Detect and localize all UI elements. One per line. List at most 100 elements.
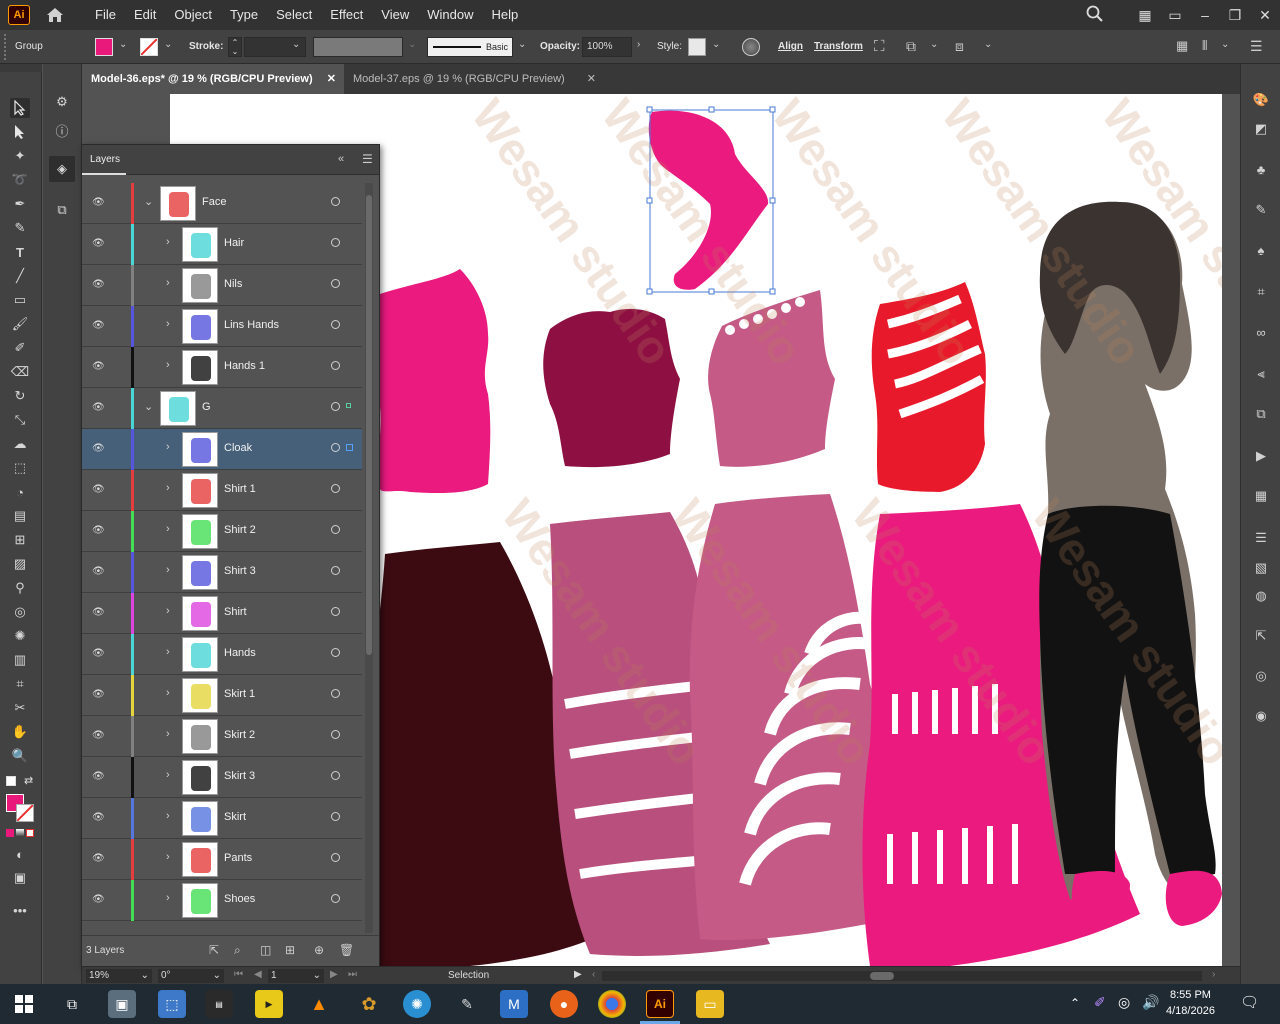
volume-icon[interactable]: 🔊	[1142, 994, 1159, 1011]
task-view-icon[interactable]: ⧉	[58, 990, 86, 1018]
pathfinder-icon[interactable]: ⧉	[1251, 404, 1271, 424]
eyedropper-tool-icon[interactable]: ⚲	[10, 578, 30, 598]
video-studio-icon[interactable]: ▤	[205, 990, 233, 1018]
bounding-box-icon[interactable]: ⛶	[874, 38, 885, 55]
perspective-grid-tool-icon[interactable]: ▤	[10, 506, 30, 526]
target-circle-icon[interactable]	[331, 361, 340, 370]
pen-icon[interactable]: ✐	[1094, 994, 1106, 1011]
chevron-right-icon[interactable]: ›	[166, 359, 170, 371]
swap-colors-icon[interactable]: ⇄	[24, 774, 33, 787]
layers-panel-icon[interactable]: ◈	[49, 156, 75, 182]
close-icon[interactable]: ✕	[587, 64, 596, 94]
zoom-field[interactable]: 19% ⌄	[86, 969, 152, 983]
layer-name[interactable]: Cloak	[224, 442, 252, 454]
chevron-right-icon[interactable]: ›	[166, 810, 170, 822]
gradient-mode-icon[interactable]	[16, 829, 24, 837]
layer-name[interactable]: Lins Hands	[224, 319, 279, 331]
m-app-icon[interactable]: M	[500, 990, 528, 1018]
swatches-icon[interactable]: ♣	[1251, 159, 1271, 179]
layer-name[interactable]: Nils	[224, 278, 242, 290]
menu-view[interactable]: View	[372, 0, 418, 30]
color-mode-icon[interactable]	[6, 829, 14, 837]
arrange-documents-icon[interactable]: ▦	[1130, 7, 1160, 24]
layer-name[interactable]: Hands 1	[224, 360, 265, 372]
layers-scrollbar-thumb[interactable]	[366, 195, 372, 655]
target-circle-icon[interactable]	[331, 443, 340, 452]
layer-row[interactable]: 👁 › Skirt 2	[82, 716, 362, 757]
visibility-eye-icon[interactable]: 👁	[92, 525, 105, 537]
layer-name[interactable]: Skirt 2	[224, 729, 255, 741]
visibility-eye-icon[interactable]: 👁	[92, 771, 105, 783]
chevron-right-icon[interactable]: ›	[166, 564, 170, 576]
last-artboard-icon[interactable]: ⏭	[348, 969, 357, 980]
panel-menu-icon[interactable]: ☰	[362, 152, 373, 166]
zoom-tool-icon[interactable]: 🔍	[10, 746, 30, 766]
symbol-sprayer-tool-icon[interactable]: ✺	[10, 626, 30, 646]
artboard-tool-icon[interactable]: ⌗	[10, 674, 30, 694]
info-panel-icon[interactable]: ⓘ	[52, 120, 72, 140]
symbols-icon[interactable]: ♠	[1251, 240, 1271, 260]
shaper-tool-icon[interactable]: ✐	[10, 338, 30, 358]
chevron-right-icon[interactable]: ›	[166, 646, 170, 658]
curvature-tool-icon[interactable]: ✎	[10, 218, 30, 238]
layer-name[interactable]: Face	[202, 196, 226, 208]
menu-edit[interactable]: Edit	[125, 0, 165, 30]
target-circle-icon[interactable]	[331, 730, 340, 739]
mesh-tool-icon[interactable]: ⊞	[10, 530, 30, 550]
target-circle-icon[interactable]	[331, 771, 340, 780]
target-circle-icon[interactable]	[331, 853, 340, 862]
layer-row[interactable]: 👁 › Hands 1	[82, 347, 362, 388]
menu-object[interactable]: Object	[165, 0, 221, 30]
next-artboard-icon[interactable]: ▶	[330, 969, 338, 980]
chevron-right-icon[interactable]: ›	[166, 687, 170, 699]
screen-tool-icon[interactable]: ⬚	[158, 990, 186, 1018]
links-icon[interactable]: ∞	[1251, 322, 1271, 342]
sketch-app-icon[interactable]: ✿	[355, 990, 383, 1018]
visibility-eye-icon[interactable]: 👁	[92, 607, 105, 619]
clock-time[interactable]: 8:55 PM	[1170, 989, 1211, 1001]
brushes-icon[interactable]: ✎	[1251, 200, 1271, 220]
pen-tool-icon[interactable]: ✒	[10, 194, 30, 214]
paintbrush-tool-icon[interactable]: 🖌	[10, 314, 30, 334]
warp-tool-icon[interactable]: ☁	[10, 434, 30, 454]
target-circle-icon[interactable]	[331, 812, 340, 821]
windows-start-icon[interactable]	[10, 990, 38, 1018]
chevron-down-icon[interactable]: ⌄	[144, 400, 153, 413]
layer-name[interactable]: G	[202, 401, 211, 413]
free-transform-tool-icon[interactable]: ⬚	[10, 458, 30, 478]
first-artboard-icon[interactable]: ⏮	[234, 969, 243, 980]
layer-row[interactable]: 👁 › Hands	[82, 634, 362, 675]
locate-object-icon[interactable]: ⌕	[234, 943, 241, 958]
export-icon[interactable]: ⇱	[1251, 626, 1271, 646]
menu-effect[interactable]: Effect	[321, 0, 372, 30]
layer-row[interactable]: 👁 › Nils	[82, 265, 362, 306]
scale-tool-icon[interactable]: ⤡	[10, 410, 30, 430]
layer-row[interactable]: 👁 › Skirt 1	[82, 675, 362, 716]
layer-name[interactable]: Shirt 1	[224, 483, 256, 495]
workspace-icon[interactable]: ▭	[1160, 7, 1190, 24]
layer-row[interactable]: 👁 › Skirt	[82, 798, 362, 839]
target-circle-icon[interactable]	[331, 689, 340, 698]
clipping-mask-icon[interactable]: ◫	[260, 943, 271, 957]
distribute-icon[interactable]: ⫴	[1202, 38, 1207, 54]
vlc-icon[interactable]: ▲	[305, 990, 333, 1018]
target-circle-icon[interactable]	[331, 607, 340, 616]
chrome-icon[interactable]	[598, 990, 626, 1018]
stroke-color-swatch[interactable]	[16, 804, 34, 822]
shirt-pink-shape[interactable]	[373, 269, 491, 494]
layer-name[interactable]: Skirt 3	[224, 770, 255, 782]
direct-selection-tool-icon[interactable]	[10, 122, 30, 142]
layer-row[interactable]: 👁 ⌄ G	[82, 388, 362, 429]
opacity-input[interactable]: 100%	[582, 37, 632, 57]
new-sublayer-icon[interactable]: ⊞	[285, 943, 295, 957]
libraries-icon[interactable]: ▦	[1251, 486, 1271, 506]
recolor-artwork-icon[interactable]	[742, 38, 760, 56]
chevron-right-icon[interactable]: ›	[166, 236, 170, 248]
fill-swatch[interactable]	[95, 38, 113, 56]
layer-row[interactable]: 👁 › Cloak	[82, 429, 362, 470]
chevron-right-icon[interactable]: ›	[166, 482, 170, 494]
status-menu-icon[interactable]: ▶	[574, 969, 582, 980]
clock-date[interactable]: 4/18/2026	[1166, 1005, 1215, 1017]
shape-builder-tool-icon[interactable]: ◔	[10, 482, 30, 502]
chevron-down-icon[interactable]: ⌄	[144, 195, 153, 208]
